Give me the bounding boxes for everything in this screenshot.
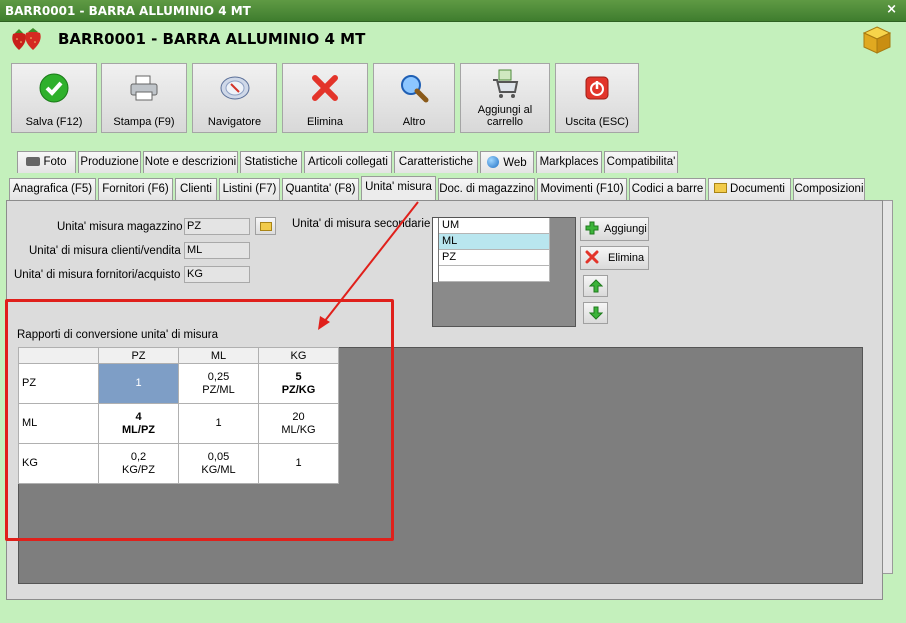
um-clienti-field[interactable]: ML [184,242,250,259]
cart-icon [493,69,519,98]
navigator-button[interactable]: Navigatore [192,63,277,133]
close-icon[interactable]: × [886,2,897,17]
delete-button[interactable]: Elimina [282,63,368,133]
tab-composizioni[interactable]: Composizioni [793,178,865,200]
printer-icon [130,75,158,101]
secondary-units-header: UM [439,218,550,234]
other-button[interactable]: Altro [373,63,455,133]
um-magazzino-label: Unita' misura magazzino : [57,221,189,233]
list-item[interactable]: ML [439,234,550,250]
page-title: BARR0001 - BARRA ALLUMINIO 4 MT [58,30,366,48]
delete-unit-button[interactable]: Elimina [580,246,649,270]
tab-compatibilita[interactable]: Compatibilita' [604,151,678,173]
tab-quantita[interactable]: Quantita' (F8) [282,178,359,200]
delete-unit-label: Elimina [608,252,645,264]
print-button[interactable]: Stampa (F9) [101,63,187,133]
um-fornitori-field[interactable]: KG [184,266,250,283]
tab-clienti[interactable]: Clienti [175,178,217,200]
print-label: Stampa (F9) [113,116,175,128]
tab-doc-magazzino[interactable]: Doc. di magazzino [438,178,535,200]
open-folder-icon[interactable] [255,217,276,235]
window-title: BARR0001 - BARRA ALLUMINIO 4 MT [5,4,251,18]
folder-icon [714,183,728,193]
tab-movimenti[interactable]: Movimenti (F10) [537,178,627,200]
delete-x-icon [585,250,599,264]
highlight-box [5,299,394,541]
compass-icon [220,76,249,100]
tab-documenti-label: Documenti [730,183,785,195]
um-fornitori-label: Unita' di misura fornitori/acquisto : [14,269,187,281]
secondary-units-grid[interactable]: UM ML PZ [432,217,576,327]
tab-caratteristiche[interactable]: Caratteristiche [394,151,478,173]
globe-icon [487,156,500,168]
add-to-cart-button[interactable]: Aggiungi al carrello [460,63,550,133]
add-unit-label: Aggiungi [604,223,647,235]
camera-icon [26,157,41,166]
tab-foto[interactable]: Foto [17,151,76,173]
tab-note[interactable]: Note e descrizioni [143,151,238,173]
tab-articoli-collegati[interactable]: Articoli collegati [304,151,392,173]
list-item-empty[interactable] [439,266,550,282]
um-magazzino-field[interactable]: PZ [184,218,250,235]
item-header: BARR0001 - BARRA ALLUMINIO 4 MT [0,22,906,57]
other-label: Altro [402,116,426,128]
window-titlebar: BARR0001 - BARRA ALLUMINIO 4 MT × [0,0,906,22]
exit-button[interactable]: Uscita (ESC) [555,63,639,133]
exit-label: Uscita (ESC) [565,116,629,128]
navigator-label: Navigatore [207,116,262,128]
tab-anagrafica[interactable]: Anagrafica (F5) [9,178,96,200]
tab-codici-barre[interactable]: Codici a barre [629,178,706,200]
save-label: Salva (F12) [25,116,83,128]
tab-fornitori[interactable]: Fornitori (F6) [98,178,173,200]
tab-web-label: Web [503,157,527,169]
move-down-button[interactable] [583,302,608,324]
delete-x-icon [312,75,338,101]
um-secondarie-label: Unita' di misura secondarie : [292,218,437,230]
add-to-cart-label: Aggiungi al carrello [477,104,533,128]
plus-icon [585,221,599,235]
um-clienti-label: Unita' di misura clienti/vendita : [29,245,188,257]
save-button[interactable]: Salva (F12) [11,63,97,133]
tab-documenti[interactable]: Documenti [708,178,791,200]
tab-foto-label: Foto [43,156,67,168]
arrow-down-icon [589,306,603,320]
tab-produzione[interactable]: Produzione [78,151,141,173]
tab-web[interactable]: Web [480,151,534,173]
list-item[interactable]: PZ [439,250,550,266]
tab-listini[interactable]: Listini (F7) [219,178,280,200]
magnifier-icon [401,75,429,103]
tab-markplaces[interactable]: Markplaces [536,151,602,173]
arrow-up-icon [589,279,603,293]
tab-unita-misura[interactable]: Unita' misura [361,176,436,200]
cube-icon [862,26,892,54]
add-unit-button[interactable]: Aggiungi [580,217,649,241]
delete-label: Elimina [306,116,344,128]
check-icon [39,73,69,103]
move-up-button[interactable] [583,275,608,297]
strawberry-logo-icon [12,28,41,50]
exit-icon [585,76,609,100]
tab-statistiche[interactable]: Statistiche [240,151,302,173]
